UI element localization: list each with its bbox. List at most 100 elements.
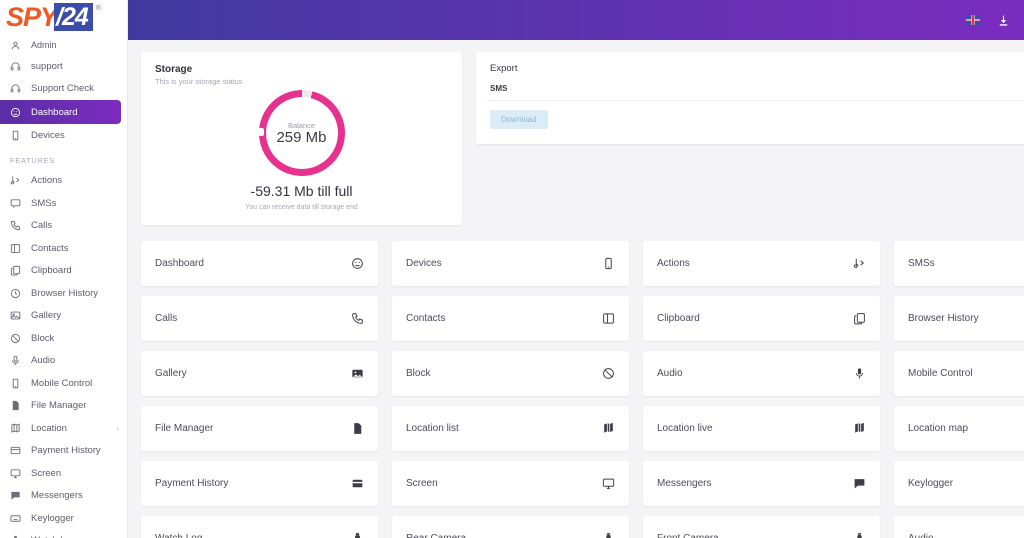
phone-icon bbox=[602, 257, 615, 270]
tile-contacts[interactable]: Contacts bbox=[392, 296, 629, 341]
summary-cards-row: Storage This is your storage status Bala… bbox=[141, 52, 1024, 225]
tile-label: File Manager bbox=[155, 423, 214, 434]
call-icon bbox=[351, 312, 364, 325]
contacts-icon bbox=[602, 312, 615, 325]
watch-icon bbox=[10, 534, 26, 538]
tile-location-live[interactable]: Location live bbox=[643, 406, 880, 451]
sidebar-item-smss[interactable]: SMSs bbox=[0, 192, 127, 215]
sidebar-item-messengers[interactable]: Messengers bbox=[0, 485, 127, 508]
tile-front-camera[interactable]: Front Camera bbox=[643, 516, 880, 538]
sidebar-item-actions[interactable]: Actions bbox=[0, 170, 127, 193]
camera-icon bbox=[602, 532, 615, 538]
image-icon bbox=[351, 367, 364, 380]
app-logo[interactable]: SPY /24 ® bbox=[0, 0, 127, 34]
tile-clipboard[interactable]: Clipboard bbox=[643, 296, 880, 341]
tile-label: Contacts bbox=[406, 313, 446, 324]
tile-label: Payment History bbox=[155, 478, 229, 489]
sidebar-item-label: Location bbox=[31, 422, 67, 434]
sidebar-item-audio[interactable]: Audio bbox=[0, 350, 127, 373]
tile-calls[interactable]: Calls bbox=[141, 296, 378, 341]
storage-donut-chart: Balance 259 Mb bbox=[155, 90, 448, 176]
uk-flag-icon[interactable] bbox=[966, 13, 980, 27]
tile-smss[interactable]: SMSs bbox=[894, 241, 1024, 286]
top-bar bbox=[128, 0, 1024, 40]
monitor-icon bbox=[10, 466, 26, 480]
sidebar-item-label: Calls bbox=[31, 220, 53, 232]
feature-tiles-grid: Dashboard Devices Actions SMSs Calls Con… bbox=[141, 241, 1024, 538]
export-title: Export bbox=[490, 63, 518, 74]
tile-mobile-control[interactable]: Mobile Control bbox=[894, 351, 1024, 396]
map-icon bbox=[602, 422, 615, 435]
tile-gallery[interactable]: Gallery bbox=[141, 351, 378, 396]
tile-audio[interactable]: Audio bbox=[643, 351, 880, 396]
sidebar-item-keylogger[interactable]: Keylogger bbox=[0, 507, 127, 530]
tile-label: Dashboard bbox=[155, 258, 204, 269]
tile-label: SMSs bbox=[908, 258, 935, 269]
sidebar-item-clipboard[interactable]: Clipboard bbox=[0, 260, 127, 283]
storage-note: You can receive data till storage end bbox=[245, 204, 358, 211]
tile-screen[interactable]: Screen bbox=[392, 461, 629, 506]
tile-label: Devices bbox=[406, 258, 442, 269]
dashboard-icon bbox=[10, 105, 26, 119]
tile-actions[interactable]: Actions bbox=[643, 241, 880, 286]
logo-24-text: 24 bbox=[61, 3, 89, 31]
sidebar-item-file-manager[interactable]: File Manager bbox=[0, 395, 127, 418]
sidebar-item-location[interactable]: Location › bbox=[0, 417, 127, 440]
sidebar-item-dashboard[interactable]: Dashboard bbox=[0, 100, 121, 124]
tile-rear-camera[interactable]: Rear Camera bbox=[392, 516, 629, 538]
tile-keylogger[interactable]: Keylogger bbox=[894, 461, 1024, 506]
phone-icon bbox=[10, 376, 26, 390]
download-icon[interactable] bbox=[996, 13, 1010, 27]
sidebar-item-calls[interactable]: Calls bbox=[0, 215, 127, 238]
sidebar-item-label: support bbox=[31, 60, 63, 72]
sidebar-item-mobile-control[interactable]: Mobile Control bbox=[0, 372, 127, 395]
sidebar-item-contacts[interactable]: Contacts bbox=[0, 237, 127, 260]
sidebar-item-watch-log[interactable]: Watch Log bbox=[0, 530, 127, 538]
sidebar-item-browser-history[interactable]: Browser History bbox=[0, 282, 127, 305]
sidebar-item-payment-history[interactable]: Payment History bbox=[0, 440, 127, 463]
tile-devices[interactable]: Devices bbox=[392, 241, 629, 286]
donut-marker bbox=[257, 128, 264, 136]
file-icon bbox=[10, 399, 26, 413]
sidebar-item-block[interactable]: Block bbox=[0, 327, 127, 350]
logo-spy-text: SPY bbox=[6, 2, 58, 32]
camera-icon bbox=[853, 532, 866, 538]
tile-label: Audio bbox=[657, 368, 683, 379]
tile-block[interactable]: Block bbox=[392, 351, 629, 396]
sidebar-item-devices[interactable]: Devices bbox=[0, 124, 127, 147]
sidebar-item-label: Admin bbox=[31, 40, 57, 50]
sidebar-item-gallery[interactable]: Gallery bbox=[0, 305, 127, 328]
tile-dashboard[interactable]: Dashboard bbox=[141, 241, 378, 286]
headset-icon bbox=[10, 59, 26, 73]
sidebar-item-screen[interactable]: Screen bbox=[0, 462, 127, 485]
actions-icon bbox=[10, 174, 26, 188]
card-icon bbox=[10, 444, 26, 458]
download-button[interactable]: Download bbox=[490, 110, 548, 129]
tile-messengers[interactable]: Messengers bbox=[643, 461, 880, 506]
dashboard-page: SPY /24 ® Admin support Support Check Da… bbox=[0, 0, 1024, 538]
sidebar-section-features: FEATURES bbox=[10, 155, 56, 165]
watch-icon bbox=[351, 532, 364, 538]
sidebar-item-support-check[interactable]: Support Check bbox=[0, 78, 127, 101]
tile-label: Front Camera bbox=[657, 533, 719, 538]
sidebar-item-admin[interactable]: Admin bbox=[0, 35, 127, 55]
sidebar-item-support[interactable]: support bbox=[0, 55, 127, 78]
tile-label: Messengers bbox=[657, 478, 712, 489]
tile-label: Block bbox=[406, 368, 431, 379]
sidebar-item-label: Support Check bbox=[31, 83, 94, 95]
tile-file-manager[interactable]: File Manager bbox=[141, 406, 378, 451]
tile-payment-history[interactable]: Payment History bbox=[141, 461, 378, 506]
block-icon bbox=[10, 331, 26, 345]
sidebar-item-label: Messengers bbox=[31, 490, 83, 502]
balance-value: 259 Mb bbox=[276, 128, 327, 146]
tile-audio-2[interactable]: Audio bbox=[894, 516, 1024, 538]
sidebar-item-label: Payment History bbox=[31, 445, 101, 457]
map-icon bbox=[853, 422, 866, 435]
tile-browser-history[interactable]: Browser History bbox=[894, 296, 1024, 341]
tile-location-map[interactable]: Location map bbox=[894, 406, 1024, 451]
tile-label: Keylogger bbox=[908, 478, 954, 489]
tile-location-list[interactable]: Location list bbox=[392, 406, 629, 451]
tile-label: Location list bbox=[406, 423, 459, 434]
sidebar-item-label: Keylogger bbox=[31, 512, 74, 524]
tile-watch-log[interactable]: Watch Log bbox=[141, 516, 378, 538]
